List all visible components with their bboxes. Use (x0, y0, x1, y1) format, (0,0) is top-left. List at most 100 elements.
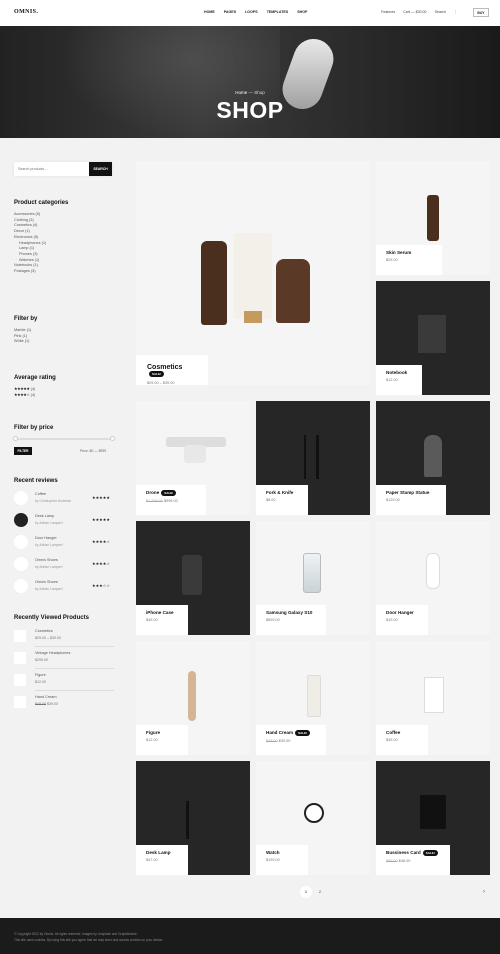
review-product[interactable]: Coffee (35, 492, 46, 496)
product-name[interactable]: Paper Stamp Statue (386, 490, 436, 495)
slider-handle-min[interactable] (13, 436, 18, 441)
review-item[interactable]: Omnis Shoes by Adrian Lampert ★★★☆☆ (14, 578, 114, 594)
product-card[interactable]: Notebook $12.00 (376, 281, 490, 395)
search-input[interactable] (18, 165, 84, 173)
cart-link[interactable]: Cart — $30.00 (403, 10, 426, 14)
product-card[interactable]: Fork & Knife $8.00 (256, 401, 370, 515)
review-item[interactable]: Omnis Shoes by Adrian Lampert ★★★★☆ (14, 556, 114, 572)
product-card[interactable]: Drone SALE! $1,299.00 $999.00 (136, 401, 250, 515)
product-image (234, 233, 272, 319)
nav-home[interactable]: HOME (204, 10, 215, 14)
product-name[interactable]: iPhone Case (146, 610, 178, 615)
product-image (182, 555, 202, 595)
product-image (188, 671, 196, 721)
page-2[interactable]: 2 (314, 886, 326, 898)
product-name-text: Cosmetics (147, 364, 183, 371)
filter-button[interactable]: FILTER (14, 447, 32, 455)
sale-badge: SALE! (422, 850, 438, 856)
breadcrumb-home[interactable]: Home (235, 90, 247, 95)
hero-banner: Home — Shop SHOP (0, 26, 500, 138)
review-product[interactable]: Door Hanger (35, 536, 57, 540)
product-name[interactable]: Fork & Knife (266, 490, 298, 495)
sale-price: $999.00 (163, 499, 178, 503)
product-name-text: Hand Cream (266, 730, 294, 736)
product-name[interactable]: Figure (146, 730, 178, 735)
product-name[interactable]: Hand Cream SALE! (266, 730, 316, 736)
product-card[interactable]: Door Hanger $10.00 (376, 521, 490, 635)
product-name[interactable]: Bussiness Card SALE! (386, 850, 440, 856)
filter-item[interactable]: Marble (1) (14, 328, 31, 334)
product-card[interactable]: Skin Serum $29.00 (376, 161, 490, 275)
footer-cookie-notice: This site uses cookies. By using this si… (14, 938, 164, 942)
review-item[interactable]: Door Hanger by Adrian Lampert ★★★★☆ (14, 534, 114, 550)
product-card[interactable]: CosmeticsSALE! $29.00 – $39.00 (136, 161, 370, 385)
recent-product-item[interactable]: Vintage Headphones $299.00 (14, 650, 114, 670)
product-name[interactable]: Skin Serum (386, 250, 432, 255)
product-price: $49.00 $39.00 (266, 739, 316, 743)
product-price: $1,299.00 $999.00 (146, 499, 196, 503)
next-page-icon[interactable]: › (478, 886, 490, 898)
category-item[interactable]: Postages (3) (14, 269, 46, 275)
features-link[interactable]: Features (381, 10, 395, 14)
product-image (427, 195, 439, 241)
breadcrumb: Home — Shop (0, 90, 500, 95)
star-rating: ★★★★★ (14, 387, 30, 391)
recent-product-item[interactable]: Hand Cream $49.00 $39.00 (14, 694, 114, 714)
review-author: by Adrian Lampert (35, 521, 63, 525)
product-card[interactable]: Paper Stamp Statue $129.00 (376, 401, 490, 515)
product-name[interactable]: Drone SALE! (146, 490, 196, 496)
product-name[interactable]: Samsung Galaxy S10 (266, 610, 316, 615)
product-name[interactable]: Coffee (386, 730, 418, 735)
product-price: $29.00 (386, 258, 398, 262)
product-price: $29.00 – $39.00 (147, 381, 175, 385)
product-label: Coffee $39.00 (376, 725, 428, 755)
recent-product-name[interactable]: Cosmetics (35, 629, 53, 633)
product-card[interactable]: Watch $199.00 (256, 761, 370, 875)
review-product[interactable]: Omnis Shoes (35, 558, 58, 562)
product-name-text: Drone (146, 490, 160, 496)
recent-product-item[interactable]: Cosmetics $29.00 – $39.00 (14, 628, 114, 648)
product-card[interactable]: iPhone Case $49.00 (136, 521, 250, 635)
product-card[interactable]: Desk Lamp $47.00 (136, 761, 250, 875)
buy-button[interactable]: BUY (473, 8, 489, 17)
product-name[interactable]: Watch (266, 850, 298, 855)
product-card[interactable]: Figure $12.00 (136, 641, 250, 755)
nav-shop[interactable]: SHOP (297, 10, 307, 14)
review-stars: ★★★★★ (92, 517, 110, 522)
recent-product-item[interactable]: Figure $12.00 (14, 672, 114, 692)
product-card[interactable]: Bussiness Card SALE! $59.00 $48.00 (376, 761, 490, 875)
product-card[interactable]: Samsung Galaxy S10 $899.00 (256, 521, 370, 635)
logo[interactable]: OMNIS. (14, 9, 38, 15)
page-1[interactable]: 1 (300, 886, 312, 898)
nav-pages[interactable]: PAGES (224, 10, 236, 14)
slider-handle-max[interactable] (110, 436, 115, 441)
recent-product-name[interactable]: Hand Cream (35, 695, 57, 699)
product-name[interactable]: Desk Lamp (146, 850, 178, 855)
recent-product-name[interactable]: Vintage Headphones (35, 651, 70, 655)
review-product[interactable]: Omnis Shoes (35, 580, 58, 584)
review-thumb (14, 535, 28, 549)
product-price: $899.00 (266, 618, 280, 622)
nav-loops[interactable]: LOOPS (245, 10, 258, 14)
recent-product-name[interactable]: Figure (35, 673, 46, 677)
old-price: $49.00 (35, 702, 46, 706)
product-name[interactable]: Notebook (386, 370, 412, 375)
search-link[interactable]: Search (435, 10, 446, 14)
price-slider[interactable] (13, 436, 115, 441)
product-name[interactable]: CosmeticsSALE! (147, 364, 197, 378)
product-card[interactable]: Coffee $39.00 (376, 641, 490, 755)
filter-item[interactable]: White (1) (14, 339, 31, 345)
review-item[interactable]: Coffee by Christopher Andrews ★★★★★ (14, 490, 114, 506)
more-icon[interactable]: ⋮ (454, 10, 458, 14)
product-name[interactable]: Door Hanger (386, 610, 418, 615)
search-button[interactable]: SEARCH (89, 162, 112, 176)
product-card[interactable]: Hand Cream SALE! $49.00 $39.00 (256, 641, 370, 755)
nav-templates[interactable]: TEMPLATES (267, 10, 289, 14)
review-product[interactable]: Desk Lamp (35, 514, 54, 518)
price-filter-title: Filter by price (14, 425, 54, 431)
divider (35, 689, 114, 690)
review-item[interactable]: Desk Lamp by Adrian Lampert ★★★★★ (14, 512, 114, 528)
recent-product-price: $299.00 (35, 658, 48, 662)
rating-item[interactable]: ★★★★☆ (4) (14, 393, 35, 399)
price-range: Price: $0 — $999 (80, 449, 107, 453)
